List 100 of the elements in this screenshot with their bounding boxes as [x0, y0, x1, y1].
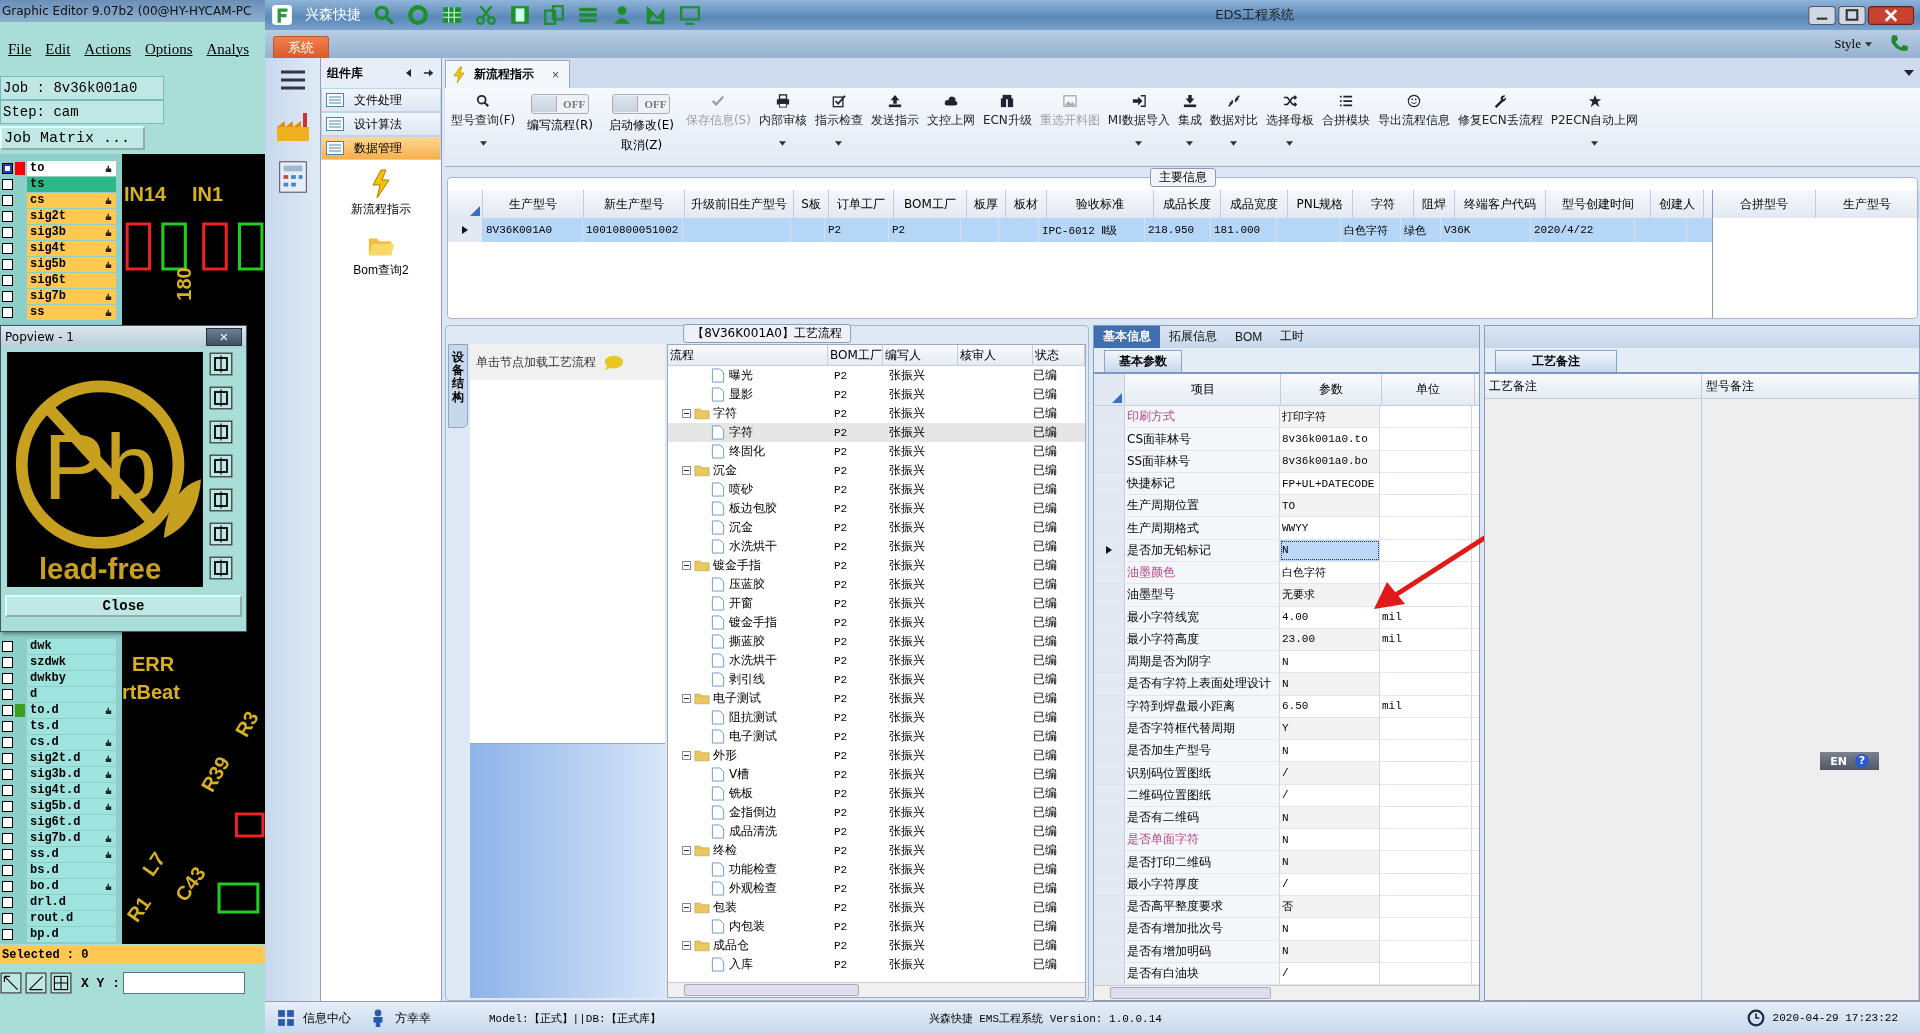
help-button[interactable]: ?: [1855, 754, 1869, 768]
tree-row[interactable]: 开窗 P2 张振兴 已编: [668, 594, 1085, 613]
layer-item[interactable]: sig4t.d: [27, 782, 116, 798]
column-header[interactable]: 核审人: [958, 345, 1033, 365]
param-value[interactable]: FP+UL+DATECODE: [1280, 472, 1380, 495]
param-value[interactable]: /: [1280, 873, 1380, 895]
tree-row[interactable]: 压蓝胶 P2 张振兴 已编: [668, 575, 1085, 594]
document-tab[interactable]: 新流程指示 ×: [445, 60, 570, 88]
param-value[interactable]: /: [1280, 784, 1380, 806]
tree-row[interactable]: 外观检查 P2 张振兴 已编: [668, 879, 1085, 898]
toggle-switch[interactable]: OFF: [612, 94, 671, 114]
section-tab[interactable]: 工艺备注: [1495, 350, 1617, 372]
layer-item[interactable]: sig5b.d: [27, 798, 116, 814]
sidebar-item[interactable]: 设计算法: [321, 112, 441, 136]
layer-item[interactable]: ss.d: [27, 846, 116, 862]
param-value[interactable]: N: [1280, 673, 1380, 695]
layer-item[interactable]: d: [27, 686, 116, 702]
layer-item[interactable]: cs.d: [27, 734, 116, 750]
tool-item[interactable]: 新流程指示: [345, 168, 417, 219]
layer-item[interactable]: sig7b.d: [27, 830, 116, 846]
toolbar-button[interactable]: 集成: [1173, 92, 1206, 148]
table-row[interactable]: 8V36K001A0 10010800051002 P2 P2 IPC-6012 Ⅱ级 218.950 181.000 白色字符 绿色 V36K 2020/4/22: [448, 218, 1712, 242]
language-bar[interactable]: EN ?: [1820, 752, 1879, 770]
section-tab[interactable]: 基本参数: [1104, 349, 1182, 372]
detail-tab[interactable]: 工时: [1271, 326, 1314, 348]
param-value[interactable]: /: [1280, 962, 1380, 985]
tree-row[interactable]: 电子测试 P2 张振兴 已编: [668, 727, 1085, 746]
layer-item[interactable]: sig6t.d: [27, 814, 116, 830]
param-value[interactable]: N: [1280, 539, 1380, 561]
param-value[interactable]: N: [1280, 940, 1380, 962]
column-header[interactable]: 单位: [1382, 373, 1475, 406]
tree-row[interactable]: 终检 P2 张振兴 已编: [668, 841, 1085, 860]
tree-row[interactable]: 电子测试 P2 张振兴 已编: [668, 689, 1085, 708]
tree-row[interactable]: 镀金手指 P2 张振兴 已编: [668, 613, 1085, 632]
layer-item[interactable]: sig6t: [27, 272, 116, 288]
tree-row[interactable]: 水洗烘干 P2 张振兴 已编: [668, 651, 1085, 670]
tree-row[interactable]: 喷砂 P2 张振兴 已编: [668, 480, 1085, 499]
param-value[interactable]: 8v36k001a0.to: [1280, 428, 1380, 450]
column-header[interactable]: 型号备注: [1702, 374, 1919, 398]
toolbar-button[interactable]: 导出流程信息: [1373, 92, 1454, 131]
layer-item[interactable]: to: [27, 160, 116, 176]
tree-row[interactable]: 入库 P2 张振兴 已编: [668, 955, 1085, 974]
layer-item[interactable]: sig4t: [27, 240, 116, 256]
layer-item[interactable]: dwkby: [27, 670, 116, 686]
style-menu[interactable]: Style: [1828, 36, 1878, 52]
detail-tab[interactable]: BOM: [1226, 326, 1272, 348]
layer-item[interactable]: bo.d: [27, 878, 116, 894]
param-value[interactable]: 无要求: [1280, 584, 1380, 606]
column-header[interactable]: 工艺备注: [1485, 374, 1702, 398]
layer-item[interactable]: ts: [27, 176, 116, 192]
toolbar-button[interactable]: 数据对比: [1205, 92, 1262, 148]
param-value[interactable]: 白色字符: [1280, 562, 1380, 584]
detail-tab[interactable]: 基本信息: [1094, 326, 1160, 348]
layer-item[interactable]: to.d: [27, 702, 116, 718]
param-value[interactable]: 打印字符: [1280, 406, 1380, 428]
status-text[interactable]: 信息中心: [303, 1009, 351, 1027]
tree-row[interactable]: 终固化 P2 张振兴 已编: [668, 442, 1085, 461]
tool-item[interactable]: Bom查询2: [347, 229, 415, 280]
toolbar-button[interactable]: 内部审核: [754, 92, 811, 148]
tree-row[interactable]: 铣板 P2 张振兴 已编: [668, 784, 1085, 803]
layer-item[interactable]: rout.d: [27, 910, 116, 926]
job-matrix-button[interactable]: Job Matrix ...: [0, 126, 145, 150]
param-value[interactable]: N: [1280, 918, 1380, 940]
param-value[interactable]: N: [1280, 806, 1380, 829]
param-value[interactable]: 8v36k001a0.bo: [1280, 450, 1380, 472]
tree-row[interactable]: 剥引线 P2 张振兴 已编: [668, 670, 1085, 689]
tree-row[interactable]: 成品仓 P2 张振兴 已编: [668, 936, 1085, 955]
close-button[interactable]: ×: [206, 328, 242, 346]
param-value[interactable]: 6.50: [1280, 695, 1380, 717]
menu-item[interactable]: Analys: [206, 40, 250, 58]
layer-item[interactable]: ts.d: [27, 718, 116, 734]
column-header[interactable]: 合拼型号: [1713, 190, 1816, 218]
detail-tab[interactable]: 拓展信息: [1160, 326, 1226, 348]
tree-row[interactable]: 水洗烘干 P2 张振兴 已编: [668, 537, 1085, 556]
toolbar-button[interactable]: 型号查询(F): [447, 92, 520, 148]
tree-row[interactable]: 功能检查 P2 张振兴 已编: [668, 860, 1085, 879]
layer-item[interactable]: drl.d: [27, 894, 116, 910]
toolbar-button[interactable]: 修复ECN丢流程: [1453, 92, 1547, 131]
sidebar-item[interactable]: 数据管理: [321, 136, 441, 160]
param-value[interactable]: 否: [1280, 896, 1380, 918]
menu-item[interactable]: File: [8, 40, 32, 58]
menu-item[interactable]: Edit: [45, 40, 71, 58]
column-header[interactable]: 生产型号: [1816, 190, 1919, 218]
toolbar-button[interactable]: 合拼模块: [1317, 92, 1374, 131]
tree-row[interactable]: 板边包胶 P2 张振兴 已编: [668, 499, 1085, 518]
tree-row[interactable]: 字符 P2 张振兴 已编: [668, 404, 1085, 423]
tree-row[interactable]: 包装 P2 张振兴 已编: [668, 898, 1085, 917]
tree-row[interactable]: 沉金 P2 张振兴 已编: [668, 461, 1085, 480]
layer-item[interactable]: sig7b: [27, 288, 116, 304]
layer-item[interactable]: sig2t.d: [27, 750, 116, 766]
tree-row[interactable]: 显影 P2 张振兴 已编: [668, 385, 1085, 404]
tree-row[interactable]: 外形 P2 张振兴 已编: [668, 746, 1085, 765]
param-value[interactable]: 4.00: [1280, 606, 1380, 628]
toggle-switch[interactable]: OFF: [531, 94, 590, 114]
tree-row[interactable]: 撕蓝胶 P2 张振兴 已编: [668, 632, 1085, 651]
param-value[interactable]: N: [1280, 851, 1380, 873]
toolbar-button[interactable]: 文控上网: [922, 92, 979, 131]
param-value[interactable]: WWYY: [1280, 517, 1380, 539]
column-header[interactable]: 流程: [668, 345, 828, 365]
side-tab[interactable]: 设备结构: [448, 344, 468, 428]
